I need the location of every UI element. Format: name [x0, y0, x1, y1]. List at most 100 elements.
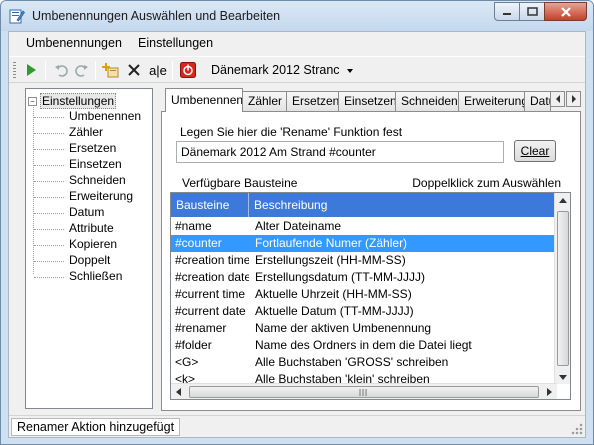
- stop-button[interactable]: [178, 61, 198, 79]
- tab-3[interactable]: Einsetzen: [338, 91, 396, 111]
- toolbar-separator: [95, 61, 96, 80]
- list-item[interactable]: #folder Name des Ordners in dem die Datei…: [171, 337, 557, 354]
- tree-line: [34, 277, 64, 278]
- scroll-up-icon[interactable]: [559, 198, 567, 203]
- tree-line: [34, 165, 64, 166]
- undo-button[interactable]: [51, 61, 71, 79]
- clear-button-label: Clear: [520, 144, 550, 158]
- baustein-description: Erstellungsdatum (TT-MM-JJJJ): [255, 270, 426, 284]
- window-title: Umbenennungen Auswählen und Bearbeiten: [32, 9, 281, 23]
- renamer-select-value: Dänemark 2012 Stranc: [211, 63, 340, 77]
- list-item[interactable]: #name Alter Dateiname: [171, 218, 557, 235]
- toolbar-grip[interactable]: [13, 62, 16, 79]
- text-replace-button[interactable]: a|e: [148, 61, 168, 79]
- baustein-description: Erstellungszeit (HH-MM-SS): [255, 253, 406, 267]
- clear-button[interactable]: Clear: [514, 140, 556, 162]
- delete-icon: [128, 64, 140, 76]
- horizontal-scroll-thumb[interactable]: [189, 386, 539, 398]
- baustein-description: Alle Buchstaben 'GROSS' schreiben: [255, 355, 449, 369]
- scroll-down-icon[interactable]: [559, 375, 567, 380]
- tab-scroll-right-button[interactable]: [566, 91, 581, 107]
- baustein-token: <G>: [175, 355, 199, 369]
- grip-icon: [359, 389, 367, 396]
- list-item[interactable]: #counter Fortlaufende Numer (Zähler): [171, 235, 557, 252]
- tab-6[interactable]: Datu: [524, 91, 551, 111]
- delete-button[interactable]: [124, 61, 144, 79]
- renamer-select[interactable]: Dänemark 2012 Stranc: [209, 61, 359, 80]
- tree-line: [34, 229, 64, 230]
- tree-root-label: Einstellungen: [40, 93, 117, 109]
- tree-item[interactable]: Einsetzen: [69, 157, 122, 171]
- tab-4[interactable]: Schneiden: [395, 91, 459, 111]
- status-bar: Renamer Aktion hinzugefügt: [9, 415, 585, 437]
- tree-item[interactable]: Attribute: [69, 221, 114, 235]
- tree-item[interactable]: Schließen: [69, 269, 122, 283]
- title-bar[interactable]: Umbenennungen Auswählen und Bearbeiten: [1, 1, 593, 31]
- tab-scroll-left-button[interactable]: [550, 91, 565, 107]
- baustein-description: Name der aktiven Umbenennung: [255, 321, 432, 335]
- app-edit-icon: [9, 9, 25, 24]
- baustein-token: #creation time: [175, 253, 249, 267]
- tab-5[interactable]: Erweiterung: [458, 91, 525, 111]
- column-header-beschreibung[interactable]: Beschreibung: [249, 193, 557, 217]
- bausteine-label: Verfügbare Bausteine: [182, 176, 298, 190]
- tree-item[interactable]: Doppelt: [69, 253, 110, 267]
- tree-item[interactable]: Ersetzen: [69, 141, 116, 155]
- main-window: Umbenennungen Auswählen und Bearbeiten U…: [0, 0, 594, 445]
- add-action-icon: [102, 63, 119, 78]
- tree-item[interactable]: Schneiden: [69, 173, 126, 187]
- chevron-right-icon: [571, 95, 576, 103]
- tree-item[interactable]: Erweiterung: [69, 189, 133, 203]
- toolbar: a|e Dänemark 2012 Stranc: [9, 56, 585, 83]
- collapse-icon[interactable]: −: [28, 96, 37, 106]
- run-button[interactable]: [21, 61, 41, 79]
- minimize-button[interactable]: [494, 2, 520, 21]
- tab-1[interactable]: Zähler: [242, 91, 287, 111]
- vertical-scroll-thumb[interactable]: [557, 211, 569, 366]
- scroll-right-icon[interactable]: [547, 388, 552, 396]
- list-item[interactable]: #creation date Erstellungsdatum (TT-MM-JJ…: [171, 269, 557, 286]
- double-click-hint: Doppelklick zum Auswählen: [412, 176, 561, 190]
- tree-line: [34, 213, 64, 214]
- list-item[interactable]: #renamer Name der aktiven Umbenennung: [171, 320, 557, 337]
- tree-item[interactable]: Zähler: [69, 125, 103, 139]
- menu-umbenennungen[interactable]: Umbenennungen: [26, 36, 122, 50]
- tree-item[interactable]: Kopieren: [69, 237, 117, 251]
- list-item[interactable]: #creation time Erstellungszeit (HH-MM-SS): [171, 252, 557, 269]
- minimize-icon: [503, 12, 511, 15]
- tree-line: [34, 245, 64, 246]
- tab-2[interactable]: Ersetzen: [286, 91, 339, 111]
- maximize-icon: [526, 7, 538, 16]
- chevron-left-icon: [555, 95, 560, 103]
- list-item[interactable]: #current date Aktuelle Datum (TT-MM-JJJJ): [171, 303, 557, 320]
- list-item[interactable]: #current time Aktuelle Uhrzeit (HH-MM-SS): [171, 286, 557, 303]
- add-action-button[interactable]: [101, 61, 121, 79]
- resize-grip[interactable]: [571, 423, 583, 435]
- scroll-left-icon[interactable]: [176, 388, 181, 396]
- tab-control: Umbenennen Zähler Ersetzen Einsetzen Schneid…: [161, 88, 581, 411]
- tree-root[interactable]: − Einstellungen: [28, 93, 117, 109]
- tab-page-umbenennen: Legen Sie hier die 'Rename' Funktion fes…: [161, 111, 581, 411]
- undo-icon: [55, 65, 68, 77]
- column-header-bausteine[interactable]: Bausteine: [171, 193, 249, 217]
- list-item[interactable]: <G> Alle Buchstaben 'GROSS' schreiben: [171, 354, 557, 371]
- text-replace-icon: a|e: [149, 62, 167, 78]
- tree-line: [34, 261, 64, 262]
- baustein-description: Aktuelle Uhrzeit (HH-MM-SS): [255, 287, 412, 301]
- tree-line: [33, 104, 34, 274]
- tree-line: [34, 181, 64, 182]
- tree-item[interactable]: Datum: [69, 205, 104, 219]
- close-button[interactable]: [544, 2, 587, 21]
- settings-tree: − Einstellungen Umbenennen Zähler Ersetzen…: [25, 88, 153, 409]
- maximize-button[interactable]: [519, 2, 545, 21]
- rename-pattern-input[interactable]: Dänemark 2012 Am Strand #counter: [176, 141, 504, 163]
- menu-einstellungen[interactable]: Einstellungen: [138, 36, 213, 50]
- vertical-scrollbar[interactable]: [554, 193, 570, 384]
- baustein-description: Name des Ordners in dem die Datei liegt: [255, 338, 472, 352]
- horizontal-scrollbar[interactable]: [171, 383, 557, 399]
- redo-button[interactable]: [72, 61, 92, 79]
- tab-0[interactable]: Umbenennen: [165, 88, 243, 112]
- tree-item[interactable]: Umbenennen: [69, 109, 141, 123]
- bausteine-list[interactable]: Bausteine Beschreibung #name Alter Datein…: [170, 192, 571, 400]
- baustein-description: Fortlaufende Numer (Zähler): [255, 236, 408, 250]
